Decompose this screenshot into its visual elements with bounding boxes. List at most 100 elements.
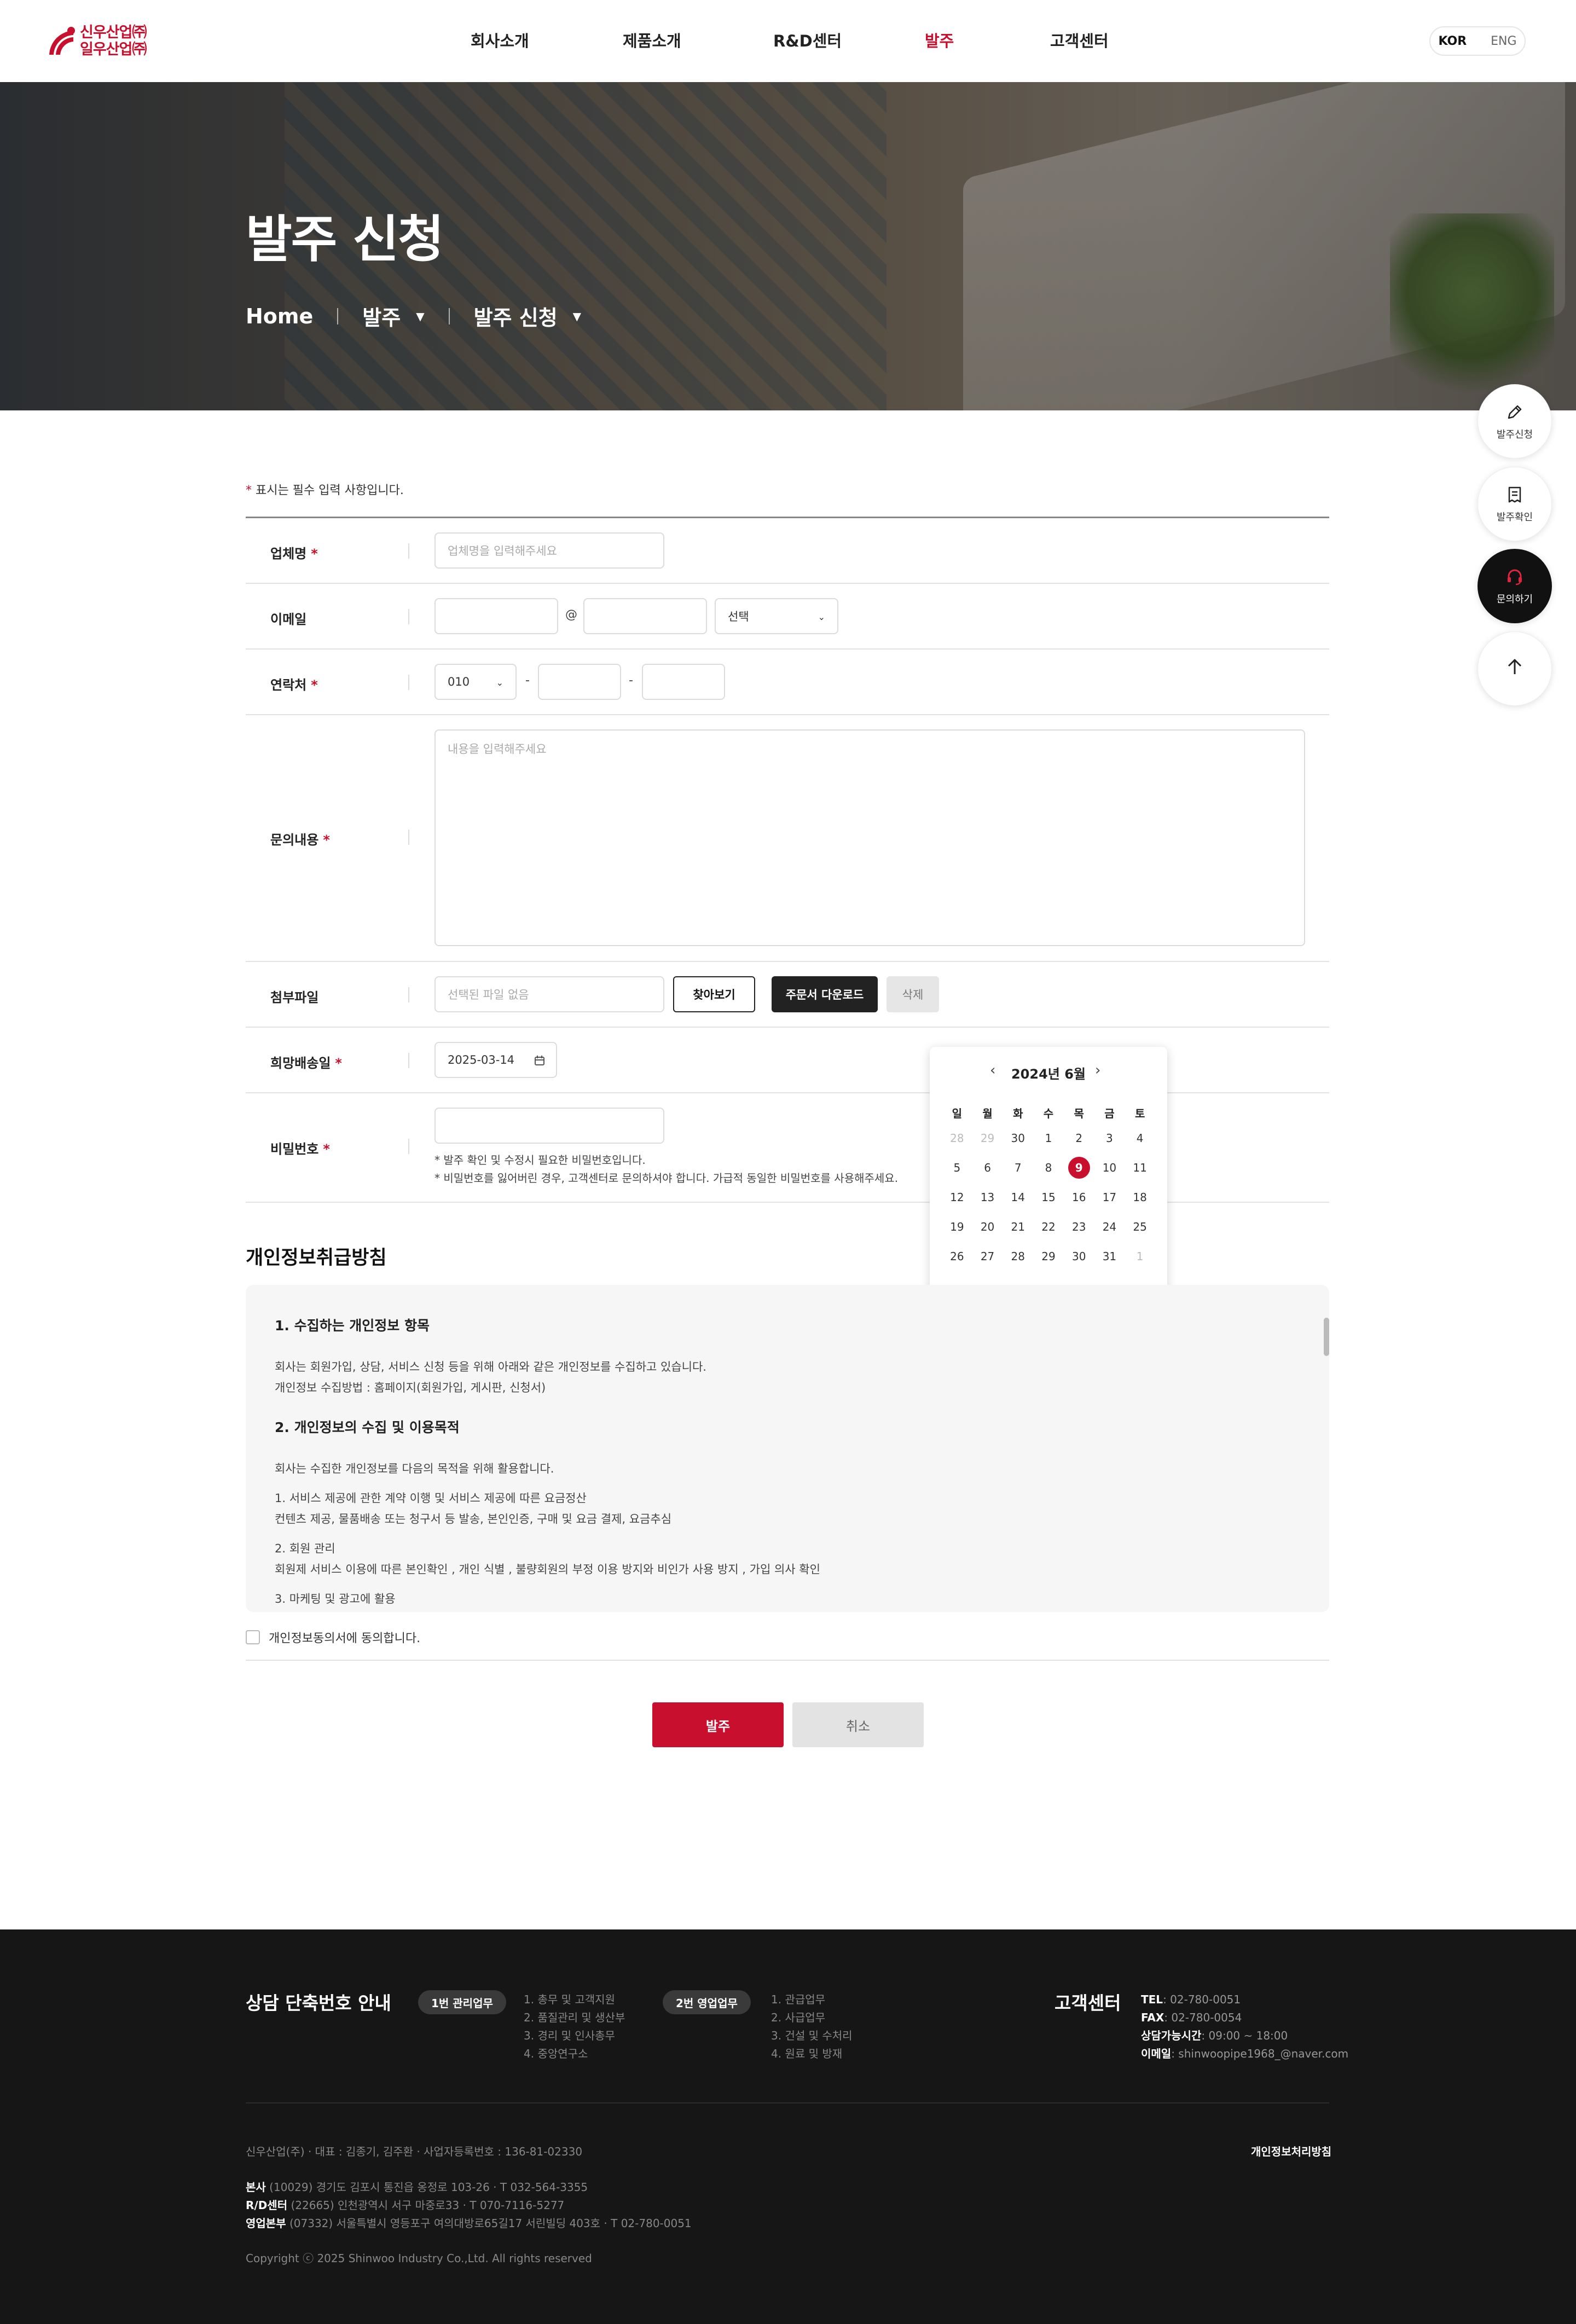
calendar-day[interactable]: 7 <box>1003 1153 1033 1183</box>
email-label: 이메일 <box>270 612 307 627</box>
content-textarea[interactable]: 내용을 입력해주세요 <box>434 729 1305 946</box>
privacy-text: 1. 서비스 제공에 관한 계약 이행 및 서비스 제공에 따른 요금정산 <box>275 1492 587 1505</box>
calendar-day[interactable]: 20 <box>972 1212 1003 1242</box>
chevron-right-icon[interactable]: › <box>1095 1062 1100 1079</box>
nav-rnd[interactable]: R&D센터 <box>773 28 842 51</box>
calendar-day[interactable]: 8 <box>1033 1153 1064 1183</box>
calendar-day[interactable]: 25 <box>1125 1212 1155 1242</box>
calendar-day[interactable]: 29 <box>972 1123 1003 1153</box>
breadcrumb-level2[interactable]: 발주 신청 ▼ <box>474 301 581 331</box>
phone-middle-input[interactable] <box>538 664 621 700</box>
privacy-text: 컨텐츠 제공, 물품배송 또는 청구서 등 발송, 본인인증, 구매 및 요금 … <box>275 1512 672 1526</box>
cancel-button[interactable]: 취소 <box>792 1702 924 1747</box>
password-note-2: * 비밀번호를 잃어버린 경우, 고객센터로 문의하셔야 합니다. 가급적 동일… <box>434 1172 899 1185</box>
calendar-day[interactable]: 21 <box>1003 1212 1033 1242</box>
calendar-day[interactable]: 22 <box>1033 1212 1064 1242</box>
calendar-day[interactable]: 3 <box>1094 1123 1125 1153</box>
nav-products[interactable]: 제품소개 <box>623 28 681 51</box>
calendar-day[interactable]: 26 <box>942 1242 972 1271</box>
calendar-day[interactable]: 15 <box>1033 1183 1064 1212</box>
phone-prefix-select[interactable]: 010 ⌄ <box>434 664 517 700</box>
logo[interactable]: 신우산업㈜ 일우산업㈜ <box>47 24 178 58</box>
calendar-day[interactable]: 5 <box>942 1153 972 1183</box>
quick-order-request[interactable]: 발주신청 <box>1478 384 1552 459</box>
calendar-day[interactable]: 31 <box>1094 1242 1125 1271</box>
row-company: 업체명 * 업체명을 입력해주세요 <box>246 518 1329 584</box>
calendar-day[interactable]: 1 <box>1125 1242 1155 1271</box>
calendar-day[interactable]: 30 <box>1064 1242 1094 1271</box>
footer-contact: TEL: 02-780-0051 FAX: 02-780-0054 상담가능시간… <box>1141 1993 1349 2060</box>
page-title: 발주 신청 <box>246 210 444 269</box>
chevron-down-icon: ⌄ <box>496 677 503 688</box>
agree-checkbox[interactable] <box>246 1630 260 1644</box>
calendar-day[interactable]: 16 <box>1064 1183 1094 1212</box>
calendar-icon[interactable] <box>534 1055 545 1066</box>
phone-label: 연락처 * <box>270 677 318 693</box>
email-domain-input[interactable] <box>583 598 707 634</box>
row-email: 이메일 @ 선택 ⌄ <box>246 584 1329 650</box>
lang-eng[interactable]: ENG <box>1479 34 1528 48</box>
calendar-day[interactable]: 19 <box>942 1212 972 1242</box>
calendar-day[interactable]: 2 <box>1064 1123 1094 1153</box>
phone-last-input[interactable] <box>642 664 725 700</box>
calendar-day[interactable]: 17 <box>1094 1183 1125 1212</box>
language-switch: KOR ENG <box>1429 26 1526 56</box>
calendar-day[interactable]: 11 <box>1125 1153 1155 1183</box>
site-footer: 상담 단축번호 안내 1번 관리업무 1. 총무 및 고객지원 2. 품질관리 … <box>0 1929 1576 2324</box>
required-note: * 표시는 필수 입력 사항입니다. <box>246 484 404 497</box>
nav-company[interactable]: 회사소개 <box>471 28 529 51</box>
browse-button[interactable]: 찾아보기 <box>673 976 755 1012</box>
scroll-to-top-button[interactable] <box>1478 631 1552 706</box>
download-order-form-button[interactable]: 주문서 다운로드 <box>772 976 878 1012</box>
company-label: 업체명 * <box>270 546 318 561</box>
calendar-day[interactable]: 29 <box>1033 1242 1064 1271</box>
row-phone: 연락처 * 010 ⌄ - - <box>246 650 1329 715</box>
password-input[interactable] <box>434 1108 664 1144</box>
calendar-day[interactable]: 4 <box>1125 1123 1155 1153</box>
calendar-day-selected[interactable]: 9 <box>1064 1153 1094 1183</box>
calendar-day[interactable]: 6 <box>972 1153 1003 1183</box>
calendar-day[interactable]: 30 <box>1003 1123 1033 1153</box>
privacy-text: 개인정보 수집방법 : 홈페이지(회원가입, 게시판, 신청서) <box>275 1381 546 1394</box>
calendar-day[interactable]: 24 <box>1094 1212 1125 1242</box>
delete-file-button[interactable]: 삭제 <box>887 976 939 1012</box>
nav-order[interactable]: 발주 <box>925 28 954 51</box>
privacy-agree[interactable]: 개인정보동의서에 동의합니다. <box>246 1628 420 1646</box>
footer-admin-list: 1. 총무 및 고객지원 2. 품질관리 및 생산부 3. 경리 및 인사총무 … <box>524 1993 625 2060</box>
calendar-day[interactable]: 18 <box>1125 1183 1155 1212</box>
weekday-label: 토 <box>1134 1106 1145 1120</box>
lang-kor[interactable]: KOR <box>1426 34 1479 48</box>
calendar-day[interactable]: 10 <box>1094 1153 1125 1183</box>
pencil-icon <box>1508 405 1522 419</box>
calendar-day[interactable]: 27 <box>972 1242 1003 1271</box>
delivery-label: 희망배송일 * <box>270 1056 342 1071</box>
calendar-day[interactable]: 28 <box>942 1123 972 1153</box>
phone-dash: - <box>525 674 530 687</box>
privacy-text: 3. 마케팅 및 광고에 활용 <box>275 1592 396 1606</box>
nav-support[interactable]: 고객센터 <box>1050 28 1109 51</box>
scrollbar-thumb[interactable] <box>1324 1318 1329 1356</box>
quick-order-check[interactable]: 발주확인 <box>1478 467 1552 541</box>
row-content: 문의내용 * 내용을 입력해주세요 <box>246 715 1329 962</box>
quick-inquiry[interactable]: 문의하기 <box>1478 549 1552 623</box>
footer-privacy-link[interactable]: 개인정보처리방침 <box>1251 2143 1331 2159</box>
privacy-scroll-box[interactable]: 1. 수집하는 개인정보 항목 회사는 회원가입, 상담, 서비스 신청 등을 … <box>246 1285 1329 1612</box>
row-file: 첨부파일 선택된 파일 없음 찾아보기 주문서 다운로드 삭제 <box>246 962 1329 1028</box>
calendar-day[interactable]: 13 <box>972 1183 1003 1212</box>
calendar-day[interactable]: 14 <box>1003 1183 1033 1212</box>
company-input[interactable]: 업체명을 입력해주세요 <box>434 532 664 569</box>
hero-banner: 발주 신청 Home 발주 ▼ 발주 신청 ▼ <box>0 82 1576 410</box>
breadcrumb-home[interactable]: Home <box>246 304 313 328</box>
calendar-day[interactable]: 23 <box>1064 1212 1094 1242</box>
breadcrumb-level1[interactable]: 발주 ▼ <box>362 301 424 331</box>
email-domain-select[interactable]: 선택 ⌄ <box>715 598 838 634</box>
calendar-day[interactable]: 12 <box>942 1183 972 1212</box>
email-id-input[interactable] <box>434 598 558 634</box>
submit-order-button[interactable]: 발주 <box>652 1702 784 1747</box>
weekday-label: 일 <box>952 1106 963 1120</box>
calendar-day[interactable]: 28 <box>1003 1242 1033 1271</box>
calendar-day[interactable]: 1 <box>1033 1123 1064 1153</box>
delivery-date-input[interactable]: 2025-03-14 <box>434 1042 557 1078</box>
caret-down-icon: ▼ <box>416 309 425 323</box>
privacy-title: 개인정보취급방침 <box>246 1247 387 1269</box>
